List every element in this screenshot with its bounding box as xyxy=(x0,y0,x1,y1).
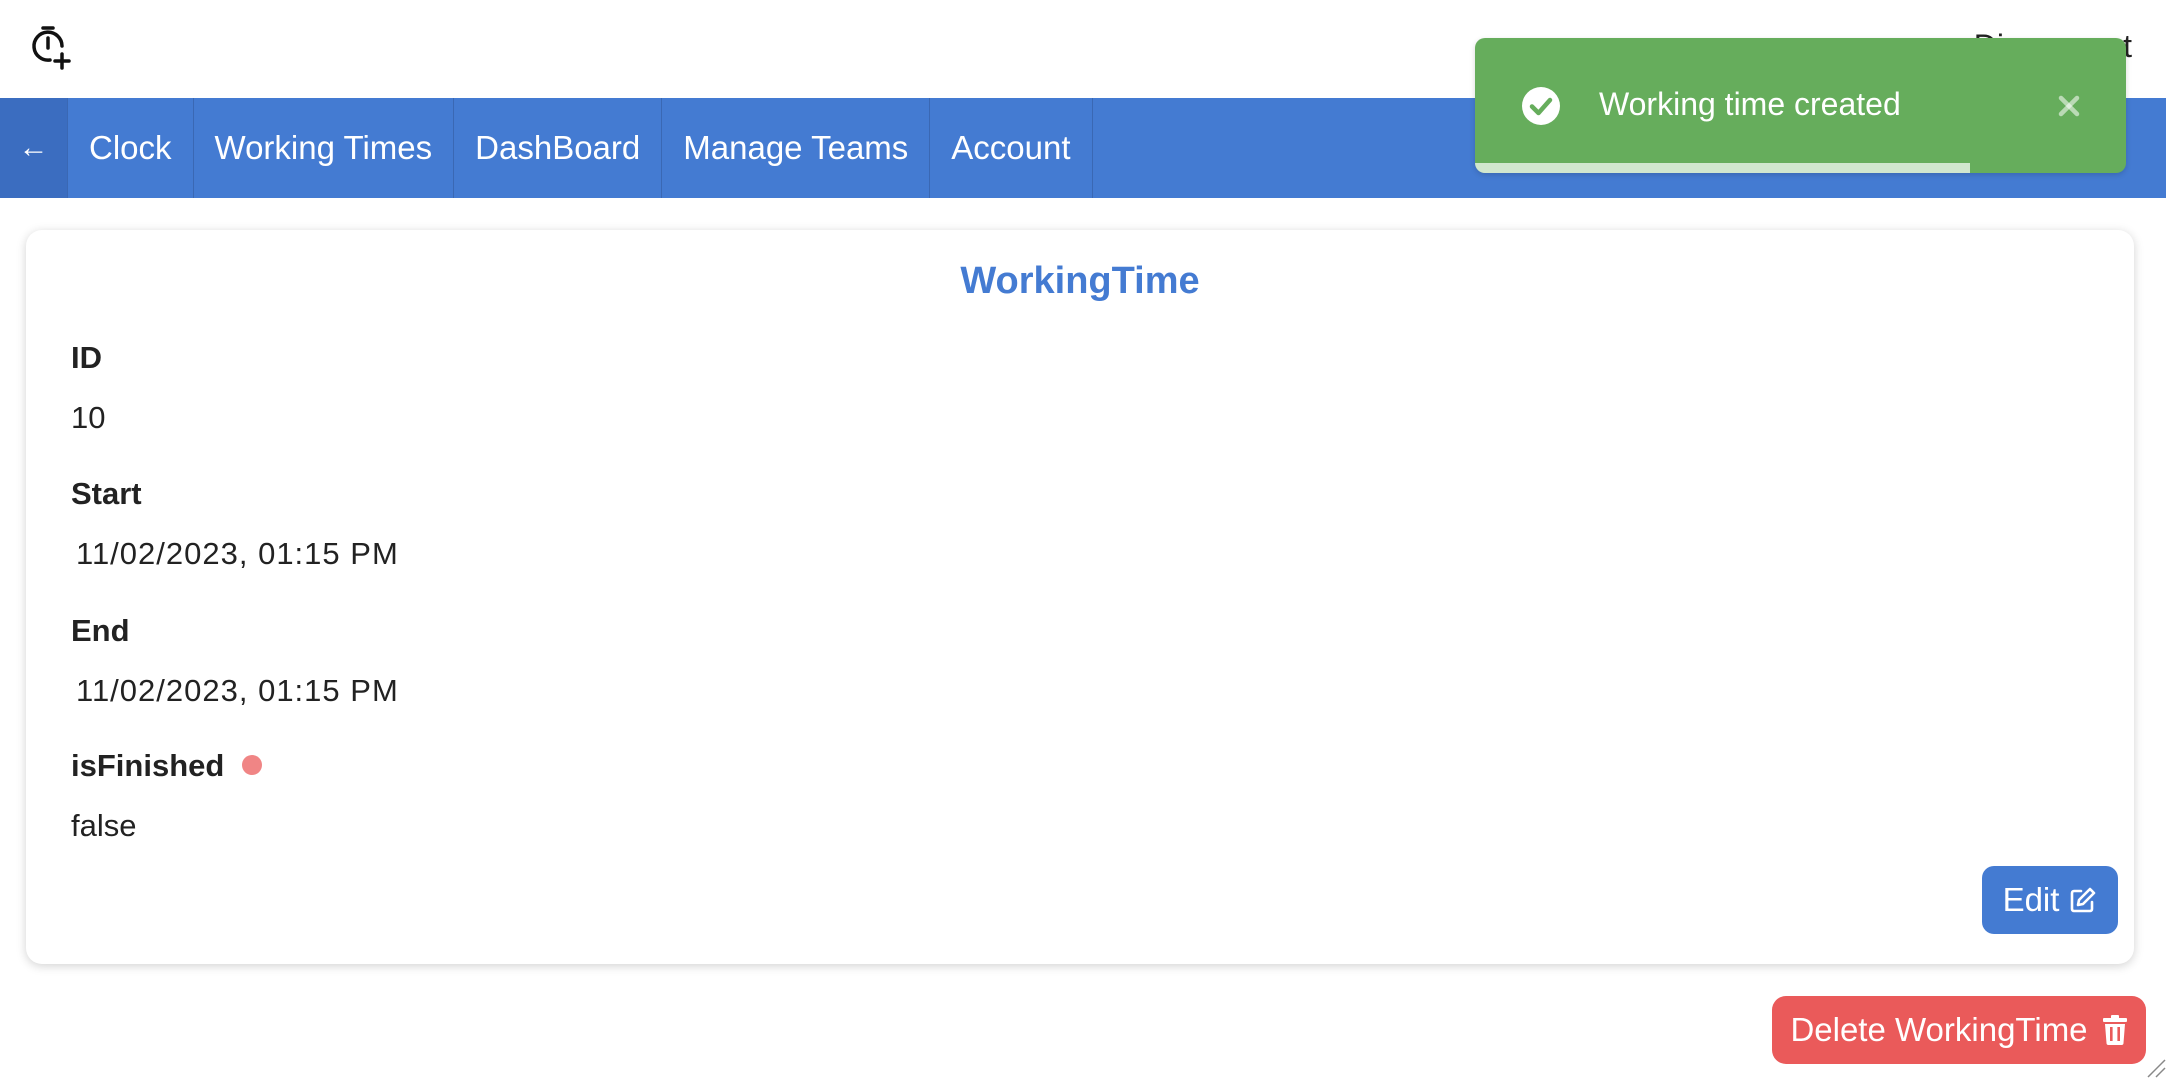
toast-progress-bar xyxy=(1475,163,1970,173)
close-icon[interactable] xyxy=(2049,86,2089,126)
start-value: 11/02/2023, 01:15 PM xyxy=(76,536,399,571)
nav-item-clock[interactable]: Clock xyxy=(68,98,194,198)
nav-item-manage-teams[interactable]: Manage Teams xyxy=(662,98,931,198)
edit-button[interactable]: Edit xyxy=(1982,866,2118,934)
nav-item-dashboard[interactable]: DashBoard xyxy=(454,98,663,198)
nav-item-working-times[interactable]: Working Times xyxy=(194,98,455,198)
edit-button-label: Edit xyxy=(2002,881,2060,918)
check-circle-icon xyxy=(1522,87,1560,125)
id-value: 10 xyxy=(71,400,106,435)
id-label: ID xyxy=(71,340,102,375)
resize-grip-icon[interactable] xyxy=(2144,1056,2166,1078)
stopwatch-plus-icon[interactable] xyxy=(26,24,74,72)
toast-message: Working time created xyxy=(1599,86,1901,122)
trash-icon xyxy=(2102,1015,2127,1045)
is-finished-label-row: isFinished xyxy=(71,748,263,784)
end-label: End xyxy=(71,613,130,648)
back-button[interactable]: ← xyxy=(0,98,68,198)
edit-icon xyxy=(2071,887,2096,913)
is-finished-label: isFinished xyxy=(71,748,225,783)
card-title: WorkingTime xyxy=(960,260,1200,302)
nav-item-account[interactable]: Account xyxy=(930,98,1093,198)
working-time-card: WorkingTime ID 10 Start 11/02/2023, 01:1… xyxy=(26,230,2134,964)
end-value: 11/02/2023, 01:15 PM xyxy=(76,673,399,708)
success-toast: Working time created xyxy=(1475,38,2126,173)
status-dot xyxy=(242,754,263,775)
start-label: Start xyxy=(71,476,142,511)
arrow-left-icon: ← xyxy=(18,131,49,164)
delete-button-label: Delete WorkingTime xyxy=(1790,1011,2088,1048)
delete-working-time-button[interactable]: Delete WorkingTime xyxy=(1772,996,2146,1064)
is-finished-value: false xyxy=(71,808,137,843)
